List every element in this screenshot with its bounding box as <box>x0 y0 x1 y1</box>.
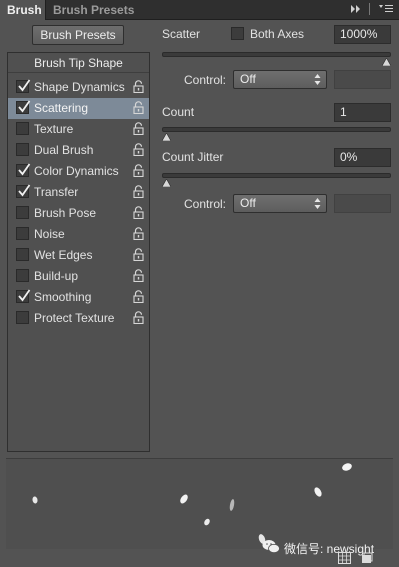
checkmark-icon <box>18 100 31 113</box>
lock-icon[interactable] <box>133 206 144 220</box>
lock-icon[interactable] <box>133 269 144 283</box>
brush-option-transfer[interactable]: Transfer <box>8 182 149 203</box>
checkmark-icon <box>18 184 31 197</box>
lock-icon[interactable] <box>133 80 144 94</box>
wechat-icon <box>262 539 280 557</box>
count-jitter-control-extra-field <box>334 194 391 213</box>
count-value-field[interactable]: 1 <box>334 103 391 122</box>
both-axes-checkbox[interactable] <box>231 27 244 40</box>
count-slider[interactable] <box>162 127 391 132</box>
brush-options-list: Brush Tip Shape Shape Dynamics Scattering… <box>7 52 150 452</box>
tab-brush-presets[interactable]: Brush Presets <box>46 0 141 20</box>
option-checkbox[interactable] <box>16 289 31 303</box>
option-checkbox[interactable] <box>16 311 29 324</box>
brush-option-wet-edges[interactable]: Wet Edges <box>8 245 149 266</box>
option-label: Protect Texture <box>34 311 115 325</box>
scatter-slider[interactable] <box>162 52 391 57</box>
brush-option-color-dynamics[interactable]: Color Dynamics <box>8 161 149 182</box>
checkmark-icon <box>18 289 31 302</box>
scatter-slider-thumb[interactable] <box>381 55 392 67</box>
option-label: Dual Brush <box>34 143 94 157</box>
checkmark-icon <box>18 163 31 176</box>
bottom-toolbar <box>338 552 373 567</box>
lock-icon[interactable] <box>133 311 144 325</box>
count-label: Count <box>162 105 195 119</box>
brush-option-smoothing[interactable]: Smoothing <box>8 287 149 308</box>
option-checkbox[interactable] <box>16 163 31 177</box>
count-slider-thumb[interactable] <box>161 130 172 142</box>
lock-icon[interactable] <box>133 122 144 136</box>
option-label: Smoothing <box>34 290 92 304</box>
option-checkbox[interactable] <box>16 79 31 93</box>
lock-icon[interactable] <box>133 164 144 178</box>
panel-controls <box>351 2 393 18</box>
scatter-label: Scatter <box>162 27 201 41</box>
option-label: Scattering <box>34 101 89 115</box>
count-jitter-control-dropdown[interactable]: Off <box>233 194 327 213</box>
option-checkbox[interactable] <box>16 184 31 198</box>
tab-brush[interactable]: Brush <box>0 0 46 20</box>
scatter-control-dropdown[interactable]: Off <box>233 70 327 89</box>
option-checkbox[interactable] <box>16 248 29 261</box>
option-label: Color Dynamics <box>34 164 119 178</box>
lock-icon[interactable] <box>133 290 144 304</box>
lock-icon[interactable] <box>133 101 144 115</box>
scatter-dots-preview <box>32 463 352 544</box>
dropdown-arrows-icon <box>314 73 321 91</box>
grid-toggle-icon[interactable] <box>338 552 351 567</box>
option-checkbox[interactable] <box>16 206 29 219</box>
dropdown-arrows-icon <box>314 197 321 215</box>
control-label-1: Control: <box>184 73 227 87</box>
option-label: Build-up <box>34 269 79 283</box>
option-checkbox[interactable] <box>16 227 29 240</box>
option-label: Transfer <box>34 185 79 199</box>
option-checkbox[interactable] <box>16 100 31 114</box>
collapse-icon[interactable] <box>351 4 361 16</box>
lock-icon[interactable] <box>133 227 144 241</box>
option-checkbox[interactable] <box>16 143 29 156</box>
tab-bar: Brush Brush Presets <box>0 0 399 20</box>
checkmark-icon <box>18 79 31 92</box>
separator-icon <box>369 2 371 18</box>
lock-icon[interactable] <box>133 248 144 262</box>
brush-option-texture[interactable]: Texture <box>8 119 149 140</box>
brush-option-shape-dynamics[interactable]: Shape Dynamics <box>8 77 149 98</box>
count-jitter-slider-thumb[interactable] <box>161 176 172 188</box>
scatter-control-value: Off <box>240 72 256 86</box>
lock-icon[interactable] <box>133 143 144 157</box>
option-label: Texture <box>34 122 74 136</box>
option-label: Wet Edges <box>34 248 93 262</box>
brush-option-build-up[interactable]: Build-up <box>8 266 149 287</box>
new-brush-icon[interactable] <box>361 552 373 567</box>
option-checkbox[interactable] <box>16 269 29 282</box>
scatter-control-extra-field <box>334 70 391 89</box>
brush-option-protect-texture[interactable]: Protect Texture <box>8 308 149 329</box>
brush-presets-button[interactable]: Brush Presets <box>32 25 124 45</box>
both-axes-label: Both Axes <box>250 27 305 41</box>
count-jitter-value-field[interactable]: 0% <box>334 148 391 167</box>
brush-stroke-preview <box>6 458 393 550</box>
brush-option-dual-brush[interactable]: Dual Brush <box>8 140 149 161</box>
count-jitter-slider[interactable] <box>162 173 391 178</box>
control-label-2: Control: <box>184 197 227 211</box>
count-jitter-control-value: Off <box>240 196 256 210</box>
option-checkbox[interactable] <box>16 122 29 135</box>
option-label: Noise <box>34 227 65 241</box>
lock-icon[interactable] <box>133 185 144 199</box>
scatter-value-field[interactable]: 1000% <box>334 25 391 44</box>
option-label: Shape Dynamics <box>34 80 125 94</box>
brush-tip-shape-item[interactable]: Brush Tip Shape <box>8 53 149 73</box>
brush-option-scattering[interactable]: Scattering <box>8 98 149 119</box>
count-jitter-label: Count Jitter <box>162 150 224 164</box>
brush-panel: Brush Brush Presets Brush Presets Brush … <box>0 0 399 567</box>
option-label: Brush Pose <box>34 206 97 220</box>
brush-option-brush-pose[interactable]: Brush Pose <box>8 203 149 224</box>
brush-option-noise[interactable]: Noise <box>8 224 149 245</box>
panel-menu-icon[interactable] <box>379 4 393 17</box>
